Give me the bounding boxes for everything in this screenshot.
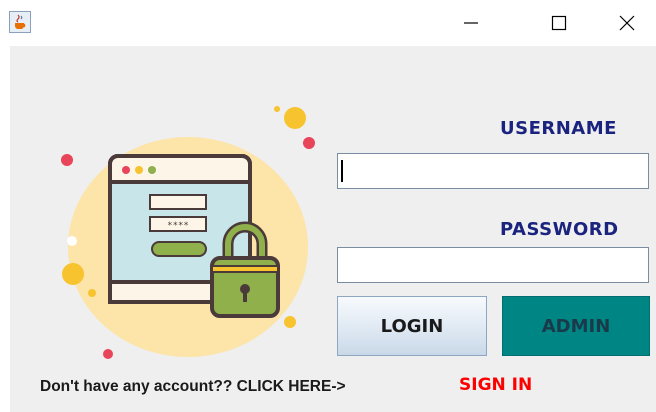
title-bar: [0, 0, 656, 46]
maximize-icon: [551, 15, 567, 31]
java-coffee-cup-icon[interactable]: [9, 11, 31, 33]
maximize-button[interactable]: [530, 0, 588, 46]
close-icon: [619, 15, 635, 31]
sign-in-link[interactable]: SIGN IN: [459, 375, 532, 395]
login-window-padlock-icon: ****: [61, 106, 315, 359]
password-input[interactable]: [337, 247, 649, 283]
username-label: USERNAME: [500, 118, 617, 139]
password-label: PASSWORD: [500, 219, 619, 240]
password-mask: ****: [167, 221, 189, 231]
admin-button[interactable]: ADMIN: [502, 296, 650, 356]
signup-prompt: Don't have any account?? CLICK HERE->: [40, 378, 346, 395]
minimize-icon: [464, 22, 478, 24]
text-caret: [341, 160, 343, 182]
username-input[interactable]: [337, 153, 649, 189]
login-button[interactable]: LOGIN: [337, 296, 487, 356]
close-button[interactable]: [598, 0, 656, 46]
minimize-button[interactable]: [442, 0, 500, 46]
